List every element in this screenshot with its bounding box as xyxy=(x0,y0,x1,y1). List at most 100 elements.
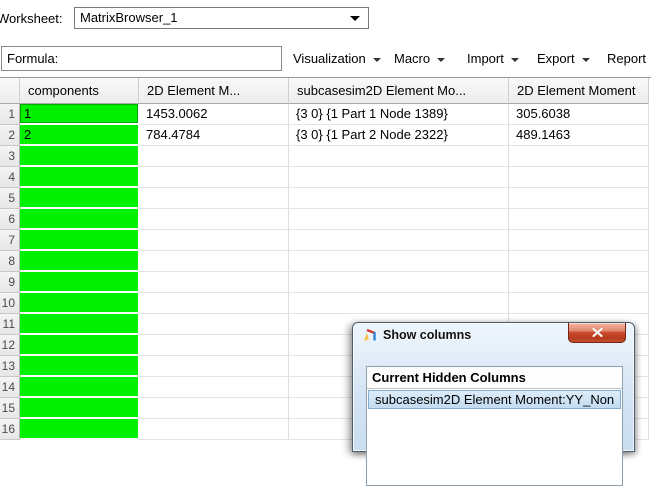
worksheet-select[interactable]: MatrixBrowser_1 xyxy=(74,7,369,29)
chevron-down-icon xyxy=(437,57,446,62)
components-cell[interactable] xyxy=(20,335,139,356)
hidden-columns-list-header: Current Hidden Columns xyxy=(367,367,622,389)
row-number-cell[interactable]: 2 xyxy=(0,125,20,146)
row-number-cell[interactable]: 11 xyxy=(0,314,20,335)
data-cell[interactable]: {3 0} {1 Part 1 Node 1389} xyxy=(289,104,509,125)
data-cell[interactable] xyxy=(289,293,509,314)
row-number-cell[interactable]: 3 xyxy=(0,146,20,167)
data-cell[interactable]: 489.1463 xyxy=(509,125,649,146)
data-cell[interactable] xyxy=(509,167,649,188)
components-cell[interactable] xyxy=(20,293,139,314)
column-header-components[interactable]: components xyxy=(20,78,139,104)
components-cell[interactable] xyxy=(20,230,139,251)
components-cell[interactable] xyxy=(20,398,139,419)
data-cell[interactable] xyxy=(139,188,289,209)
data-cell[interactable] xyxy=(139,419,289,440)
components-cell[interactable]: 1 xyxy=(20,104,139,125)
row-number-cell[interactable]: 9 xyxy=(0,272,20,293)
data-cell[interactable] xyxy=(509,272,649,293)
row-number-cell[interactable]: 12 xyxy=(0,335,20,356)
hidden-column-item[interactable]: subcasesim2D Element Moment:YY_Non xyxy=(368,390,621,409)
data-cell[interactable] xyxy=(139,314,289,335)
row-number-cell[interactable]: 8 xyxy=(0,251,20,272)
show-columns-dialog: Show columns Current Hidden Columns subc… xyxy=(352,322,635,486)
row-number-cell[interactable]: 5 xyxy=(0,188,20,209)
row-number-cell[interactable]: 10 xyxy=(0,293,20,314)
data-cell[interactable] xyxy=(139,377,289,398)
table-row: 7 xyxy=(0,230,651,251)
data-cell[interactable] xyxy=(509,146,649,167)
components-cell[interactable] xyxy=(20,251,139,272)
components-cell[interactable] xyxy=(20,419,139,440)
table-row: 1 1 1453.0062 {3 0} {1 Part 1 Node 1389} 305… xyxy=(0,104,651,125)
row-number-cell[interactable]: 1 xyxy=(0,104,20,125)
row-number-cell[interactable]: 4 xyxy=(0,167,20,188)
menu-macro[interactable]: Macro xyxy=(394,48,446,70)
components-cell[interactable] xyxy=(20,356,139,377)
data-cell[interactable] xyxy=(139,335,289,356)
components-cell[interactable]: 2 xyxy=(20,125,139,146)
menu-import[interactable]: Import xyxy=(467,48,519,70)
data-cell[interactable]: 1453.0062 xyxy=(139,104,289,125)
column-header-2D Element M...[interactable]: 2D Element M... xyxy=(139,78,289,104)
components-cell[interactable] xyxy=(20,272,139,293)
data-cell[interactable] xyxy=(509,188,649,209)
table-row: 3 xyxy=(0,146,651,167)
components-cell[interactable] xyxy=(20,167,139,188)
data-cell[interactable]: 305.6038 xyxy=(509,104,649,125)
components-cell[interactable] xyxy=(20,314,139,335)
data-cell[interactable] xyxy=(509,209,649,230)
row-number-cell[interactable]: 14 xyxy=(0,377,20,398)
data-cell[interactable] xyxy=(289,230,509,251)
row-number-cell[interactable]: 13 xyxy=(0,356,20,377)
data-cell[interactable] xyxy=(289,167,509,188)
close-button[interactable] xyxy=(568,323,626,343)
components-cell[interactable] xyxy=(20,377,139,398)
chevron-down-icon xyxy=(510,57,519,62)
menu-report[interactable]: Report xyxy=(607,48,651,70)
column-header-2D Element Moment[interactable]: 2D Element Moment xyxy=(509,78,649,104)
column-header-subcasesim2D Element Mo...[interactable]: subcasesim2D Element Mo... xyxy=(289,78,509,104)
data-cell[interactable] xyxy=(139,272,289,293)
components-cell[interactable] xyxy=(20,146,139,167)
worksheet-bar: Worksheet: MatrixBrowser_1 xyxy=(0,0,651,40)
row-number-cell[interactable]: 6 xyxy=(0,209,20,230)
hidden-columns-list: Current Hidden Columns subcasesim2D Elem… xyxy=(366,366,623,486)
chevron-down-icon xyxy=(350,16,360,21)
menu-export[interactable]: Export xyxy=(537,48,590,70)
row-number-cell[interactable]: 7 xyxy=(0,230,20,251)
components-cell[interactable] xyxy=(20,188,139,209)
data-cell[interactable] xyxy=(139,209,289,230)
table-row: 4 xyxy=(0,167,651,188)
column-header-rownum[interactable] xyxy=(0,78,20,104)
data-cell[interactable] xyxy=(289,209,509,230)
data-cell[interactable] xyxy=(289,251,509,272)
table-row: 6 xyxy=(0,209,651,230)
data-cell[interactable] xyxy=(289,272,509,293)
table-row: 2 2 784.4784 {3 0} {1 Part 2 Node 2322} 489.… xyxy=(0,125,651,146)
data-cell[interactable] xyxy=(139,398,289,419)
data-cell[interactable] xyxy=(289,146,509,167)
table-row: 8 xyxy=(0,251,651,272)
data-cell[interactable] xyxy=(139,230,289,251)
data-cell[interactable] xyxy=(289,188,509,209)
data-cell[interactable] xyxy=(139,251,289,272)
data-cell[interactable] xyxy=(509,293,649,314)
grid-header: components 2D Element M... subcasesim2D El… xyxy=(0,78,651,104)
worksheet-select-value: MatrixBrowser_1 xyxy=(80,10,178,25)
data-cell[interactable] xyxy=(509,251,649,272)
row-number-cell[interactable]: 15 xyxy=(0,398,20,419)
data-cell[interactable] xyxy=(139,293,289,314)
menu-visualization[interactable]: Visualization xyxy=(293,48,381,70)
hidden-columns-items: subcasesim2D Element Moment:YY_Non xyxy=(367,390,622,409)
data-cell[interactable] xyxy=(139,167,289,188)
data-cell[interactable] xyxy=(139,356,289,377)
data-cell[interactable] xyxy=(509,230,649,251)
table-row: 5 xyxy=(0,188,651,209)
components-cell[interactable] xyxy=(20,209,139,230)
row-number-cell[interactable]: 16 xyxy=(0,419,20,440)
data-cell[interactable]: 784.4784 xyxy=(139,125,289,146)
data-cell[interactable]: {3 0} {1 Part 2 Node 2322} xyxy=(289,125,509,146)
data-cell[interactable] xyxy=(139,146,289,167)
dialog-titlebar[interactable]: Show columns xyxy=(353,323,634,347)
